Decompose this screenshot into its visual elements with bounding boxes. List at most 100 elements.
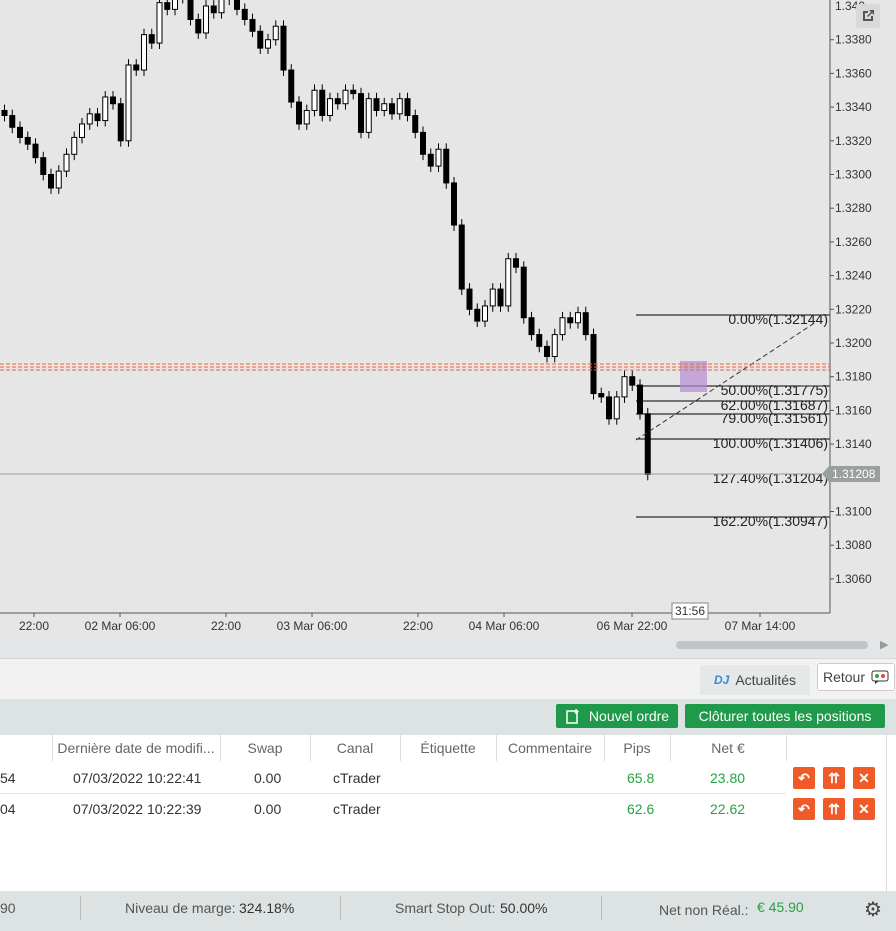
pips: 65.8 xyxy=(627,770,655,786)
reverse-icon: ↶ xyxy=(798,769,810,786)
fib-level-label: 50.00%(1.31775) xyxy=(721,382,828,398)
candle-body xyxy=(257,30,264,49)
candle-body xyxy=(156,2,163,44)
order-zone xyxy=(680,361,707,392)
new-order-button[interactable]: Nouvel ordre xyxy=(556,704,678,728)
header-swap[interactable]: Swap xyxy=(220,735,311,761)
position-id: 04 xyxy=(0,801,16,817)
price-tick-label: 1.3220 xyxy=(835,302,872,316)
fibonacci-tool: 0.00%(1.32144)50.00%(1.31775)62.00%(1.31… xyxy=(635,311,830,529)
candle-body xyxy=(466,288,473,310)
tab-news-label: Actualités xyxy=(735,672,797,688)
price-tick-label: 1.3240 xyxy=(835,269,872,283)
stop-out-value: 50.00% xyxy=(500,900,548,916)
tab-news[interactable]: DJ Actualités xyxy=(700,665,810,695)
candle-body xyxy=(536,334,543,347)
time-tick-label: 22:00 xyxy=(211,619,241,633)
candle-body xyxy=(48,174,54,189)
double-position-button[interactable]: ⇈ xyxy=(823,798,845,820)
candle-body xyxy=(172,0,178,10)
candle-body xyxy=(365,98,372,133)
close-position-button[interactable]: ✕ xyxy=(853,767,875,789)
header-comment[interactable]: Commentaire xyxy=(496,735,605,761)
price-tick-label: 1.3180 xyxy=(835,370,872,384)
fib-level-label: 0.00%(1.32144) xyxy=(728,311,828,327)
time-tick-label: 02 Mar 06:00 xyxy=(85,619,156,633)
candle-body xyxy=(17,126,23,138)
candle-body xyxy=(296,101,302,125)
header-pips[interactable]: Pips xyxy=(604,735,671,761)
reverse-position-button[interactable]: ↶ xyxy=(793,798,815,820)
candle-body xyxy=(458,224,465,290)
candle-body xyxy=(187,0,194,20)
last-modified: 07/03/2022 10:22:39 xyxy=(73,801,202,817)
candle-body xyxy=(443,148,450,184)
candle-body xyxy=(303,109,310,125)
candle-body xyxy=(528,317,535,336)
channel: cTrader xyxy=(333,801,381,817)
header-net[interactable]: Net € xyxy=(670,735,787,761)
candle-body xyxy=(567,317,574,324)
candle-body xyxy=(311,89,318,111)
price-tick-label: 1.3140 xyxy=(835,437,872,451)
price-tick-label: 1.3320 xyxy=(835,134,872,148)
reverse-position-button[interactable]: ↶ xyxy=(793,767,815,789)
header-last-modified[interactable]: Dernière date de modifi... xyxy=(52,735,221,761)
candle-body xyxy=(334,98,341,105)
candle-body xyxy=(551,334,558,357)
settings-gear-icon[interactable]: ⚙ xyxy=(864,897,882,922)
unrealized-net-label: Net non Réal.: xyxy=(659,902,749,918)
position-id: 54 xyxy=(0,770,16,786)
time-tick-label: 03 Mar 06:00 xyxy=(277,619,348,633)
close-position-button[interactable]: ✕ xyxy=(853,798,875,820)
candle-body xyxy=(79,123,85,138)
candle-body xyxy=(94,113,101,122)
candle-body xyxy=(141,34,147,71)
price-tick-label: 1.3360 xyxy=(835,66,872,80)
candle-body xyxy=(396,98,403,115)
candle-body xyxy=(32,143,39,159)
horizontal-scrollbar[interactable]: ▶ xyxy=(0,634,896,656)
header-channel[interactable]: Canal xyxy=(310,735,401,761)
feedback-button[interactable]: Retour xyxy=(817,663,895,691)
candle-body xyxy=(148,34,155,44)
close-icon: ✕ xyxy=(858,769,870,786)
close-all-positions-button[interactable]: Clôturer toutes les positions xyxy=(685,704,885,728)
divider xyxy=(601,896,602,920)
double-up-icon: ⇈ xyxy=(828,800,840,817)
header-id[interactable] xyxy=(0,735,53,761)
candle-body xyxy=(629,376,636,386)
candle-body xyxy=(598,393,605,398)
header-label[interactable]: Étiquette xyxy=(400,735,497,761)
candle-body xyxy=(451,182,457,226)
candle-body xyxy=(389,103,395,115)
candle-body xyxy=(55,170,62,189)
margin-level-value: 324.18% xyxy=(239,900,295,916)
candle-body xyxy=(86,113,93,125)
double-position-button[interactable]: ⇈ xyxy=(823,767,845,789)
divider xyxy=(340,896,341,920)
margin-level-label: Niveau de marge: xyxy=(125,900,236,916)
chart-area[interactable]: 0.00%(1.32144) 50.00%(1.31775) 62.00%(1.31… xyxy=(0,0,896,658)
candle-body xyxy=(164,2,171,10)
candle-body xyxy=(373,98,380,111)
net: 22.62 xyxy=(710,801,746,817)
candle-body xyxy=(621,376,628,398)
scroll-right-icon[interactable]: ▶ xyxy=(880,638,888,651)
net: 23.80 xyxy=(710,770,746,786)
candle-body xyxy=(613,396,620,420)
fib-level-label: 79.00%(1.31561) xyxy=(721,410,828,426)
popout-icon[interactable] xyxy=(856,4,880,28)
swap: 0.00 xyxy=(254,801,282,817)
row-divider xyxy=(0,793,786,794)
candle-body xyxy=(544,345,550,357)
time-tick-label: 22:00 xyxy=(19,619,49,633)
bottom-tabs: DJ Actualités Retour xyxy=(0,658,896,699)
scrollbar-thumb[interactable] xyxy=(676,641,868,649)
candlestick-chart[interactable]: 0.00%(1.32144)50.00%(1.31775)62.00%(1.31… xyxy=(0,0,896,634)
candle-body xyxy=(117,103,124,142)
time-axis: 22:00 02 Mar 06:00 22:00 03 Mar 06:00 22:00 0… xyxy=(19,602,796,633)
double-up-icon: ⇈ xyxy=(828,769,840,786)
candle-body xyxy=(404,98,411,117)
candle-body xyxy=(9,115,16,128)
